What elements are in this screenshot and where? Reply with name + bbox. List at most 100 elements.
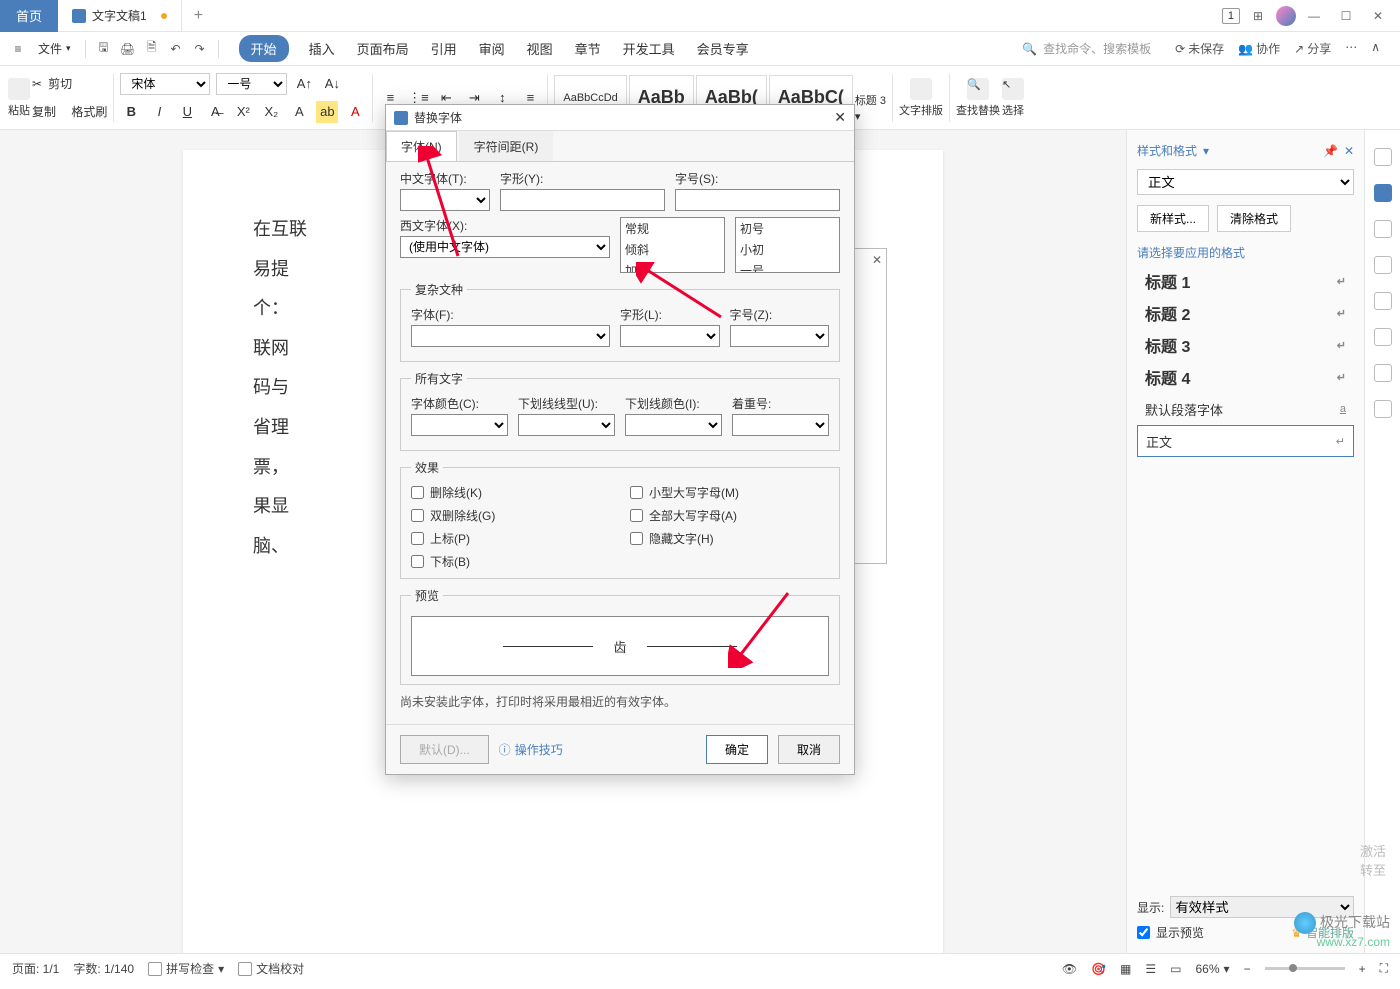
pin-icon[interactable]: 📌 bbox=[1323, 144, 1338, 158]
rail-icon-3[interactable] bbox=[1374, 220, 1392, 238]
tab-layout[interactable]: 页面布局 bbox=[355, 35, 411, 62]
rail-icon-4[interactable] bbox=[1374, 256, 1392, 274]
print-icon[interactable]: 🖨 bbox=[118, 39, 138, 59]
rail-icon-5[interactable] bbox=[1374, 292, 1392, 310]
cut-button[interactable]: ✂剪切 bbox=[32, 71, 107, 97]
zoom-out-button[interactable]: − bbox=[1244, 962, 1251, 976]
italic-button[interactable]: I bbox=[148, 101, 170, 123]
zoom-in-button[interactable]: + bbox=[1359, 962, 1366, 976]
more-icon[interactable]: ⋯ bbox=[1345, 40, 1357, 57]
fullscreen-icon[interactable]: ⛶ bbox=[1380, 961, 1388, 976]
smallcaps-check[interactable]: 小型大写字母(M) bbox=[630, 484, 829, 501]
grid-icon[interactable]: ⊞ bbox=[1244, 2, 1272, 30]
format-painter-button[interactable]: 格式刷 bbox=[71, 103, 107, 120]
tab-member[interactable]: 会员专享 bbox=[695, 35, 751, 62]
rail-icon-6[interactable] bbox=[1374, 328, 1392, 346]
new-style-button[interactable]: 新样式... bbox=[1137, 205, 1209, 232]
color-select[interactable] bbox=[411, 414, 508, 436]
style-item-h2[interactable]: 标题 2↵ bbox=[1137, 297, 1354, 329]
word-count[interactable]: 字数: 1/140 bbox=[73, 960, 134, 977]
collapse-ribbon-icon[interactable]: ∧ bbox=[1371, 40, 1380, 57]
current-style-select[interactable]: 正文 bbox=[1137, 169, 1354, 195]
default-button[interactable]: 默认(D)... bbox=[400, 735, 489, 764]
tab-devtools[interactable]: 开发工具 bbox=[621, 35, 677, 62]
text-layout-button[interactable]: 文字排版 bbox=[899, 78, 943, 118]
style-item-body[interactable]: 正文↵ bbox=[1137, 425, 1354, 457]
tab-chapter[interactable]: 章节 bbox=[573, 35, 603, 62]
complex-font-select[interactable] bbox=[411, 325, 610, 347]
subscript-button[interactable]: X₂ bbox=[260, 101, 282, 123]
western-font-select[interactable]: (使用中文字体) bbox=[400, 236, 610, 258]
view-eye-icon[interactable]: 👁 bbox=[1062, 962, 1077, 976]
undo-icon[interactable]: ↶ bbox=[166, 39, 186, 59]
tab-start[interactable]: 开始 bbox=[239, 35, 289, 62]
print-preview-icon[interactable]: 🗎 bbox=[142, 39, 162, 59]
close-icon[interactable]: ✕ bbox=[872, 253, 882, 267]
select-button[interactable]: ↖选择 bbox=[1002, 78, 1024, 118]
tab-review[interactable]: 审阅 bbox=[477, 35, 507, 62]
avatar[interactable] bbox=[1276, 6, 1296, 26]
increase-font-icon[interactable]: A↑ bbox=[293, 73, 315, 95]
badge-count[interactable]: 1 bbox=[1222, 8, 1240, 24]
complex-style-select[interactable] bbox=[620, 325, 720, 347]
font-color-button[interactable]: A bbox=[344, 101, 366, 123]
tab-insert[interactable]: 插入 bbox=[307, 35, 337, 62]
size-input[interactable] bbox=[675, 189, 840, 211]
cancel-button[interactable]: 取消 bbox=[778, 735, 840, 764]
ok-button[interactable]: 确定 bbox=[706, 735, 768, 764]
bold-button[interactable]: B bbox=[120, 101, 142, 123]
font-name-select[interactable]: 宋体 bbox=[120, 73, 210, 95]
complex-size-select[interactable] bbox=[730, 325, 830, 347]
close-panel-icon[interactable]: ✕ bbox=[1344, 144, 1354, 158]
decrease-font-icon[interactable]: A↓ bbox=[321, 73, 343, 95]
find-replace-button[interactable]: 🔍查找替换 bbox=[956, 78, 1000, 118]
style-item-h4[interactable]: 标题 4↵ bbox=[1137, 361, 1354, 393]
strike-check[interactable]: 删除线(K) bbox=[411, 484, 610, 501]
dialog-tab-font[interactable]: 字体(N) bbox=[386, 131, 457, 161]
ucolor-select[interactable] bbox=[625, 414, 722, 436]
style-item-default-para[interactable]: 默认段落字体a bbox=[1137, 393, 1354, 425]
hamburger-icon[interactable]: ≡ bbox=[8, 39, 28, 59]
allcaps-check[interactable]: 全部大写字母(A) bbox=[630, 507, 829, 524]
spellcheck-toggle[interactable]: 拼写检查 ▾ bbox=[148, 960, 224, 977]
save-icon[interactable]: 🖫 bbox=[94, 39, 114, 59]
file-menu[interactable]: 文件▾ bbox=[32, 40, 77, 57]
close-button[interactable]: ✕ bbox=[1364, 2, 1392, 30]
rail-icon-7[interactable] bbox=[1374, 364, 1392, 382]
style-listbox[interactable]: 常规 倾斜 加粗 bbox=[620, 217, 725, 273]
minimize-button[interactable]: — bbox=[1300, 2, 1328, 30]
redo-icon[interactable]: ↷ bbox=[190, 39, 210, 59]
zoom-control[interactable]: 66% ▾ bbox=[1196, 962, 1230, 976]
tips-link[interactable]: ⓘ操作技巧 bbox=[499, 741, 563, 758]
cn-font-select[interactable] bbox=[400, 189, 490, 211]
view-layout1-icon[interactable]: ▦ bbox=[1120, 962, 1131, 976]
dialog-tab-spacing[interactable]: 字符间距(R) bbox=[459, 131, 554, 161]
rail-icon-1[interactable] bbox=[1374, 148, 1392, 166]
tab-document[interactable]: 文字文稿1 bbox=[58, 0, 182, 32]
underline-select[interactable] bbox=[518, 414, 615, 436]
cooperate-button[interactable]: 👥协作 bbox=[1238, 40, 1280, 57]
paste-button[interactable]: 粘贴 bbox=[8, 78, 30, 118]
dstrike-check[interactable]: 双删除线(G) bbox=[411, 507, 610, 524]
unsaved-status[interactable]: ⟳未保存 bbox=[1175, 40, 1224, 57]
style-item-h1[interactable]: 标题 1↵ bbox=[1137, 265, 1354, 297]
preview-checkbox[interactable] bbox=[1137, 926, 1150, 939]
tab-reference[interactable]: 引用 bbox=[429, 35, 459, 62]
style-input[interactable] bbox=[500, 189, 665, 211]
view-layout3-icon[interactable]: ▭ bbox=[1170, 962, 1181, 976]
superscript-button[interactable]: X² bbox=[232, 101, 254, 123]
strike-button[interactable]: A̶ bbox=[204, 101, 226, 123]
tab-view[interactable]: 视图 bbox=[525, 35, 555, 62]
highlight-button[interactable]: ab bbox=[316, 101, 338, 123]
text-effect-button[interactable]: A bbox=[288, 101, 310, 123]
style-dropdown[interactable]: 标题 3 ▾ bbox=[855, 72, 886, 123]
rail-icon-2[interactable] bbox=[1374, 184, 1392, 202]
size-listbox[interactable]: 初号 小初 一号 bbox=[735, 217, 840, 273]
style-item-h3[interactable]: 标题 3↵ bbox=[1137, 329, 1354, 361]
command-search[interactable]: 🔍 查找命令、搜索模板 bbox=[1022, 40, 1151, 57]
sub-check[interactable]: 下标(B) bbox=[411, 553, 610, 570]
view-layout2-icon[interactable]: ☰ bbox=[1145, 962, 1156, 976]
hidden-check[interactable]: 隐藏文字(H) bbox=[630, 530, 829, 547]
zoom-slider[interactable] bbox=[1265, 967, 1345, 970]
super-check[interactable]: 上标(P) bbox=[411, 530, 610, 547]
